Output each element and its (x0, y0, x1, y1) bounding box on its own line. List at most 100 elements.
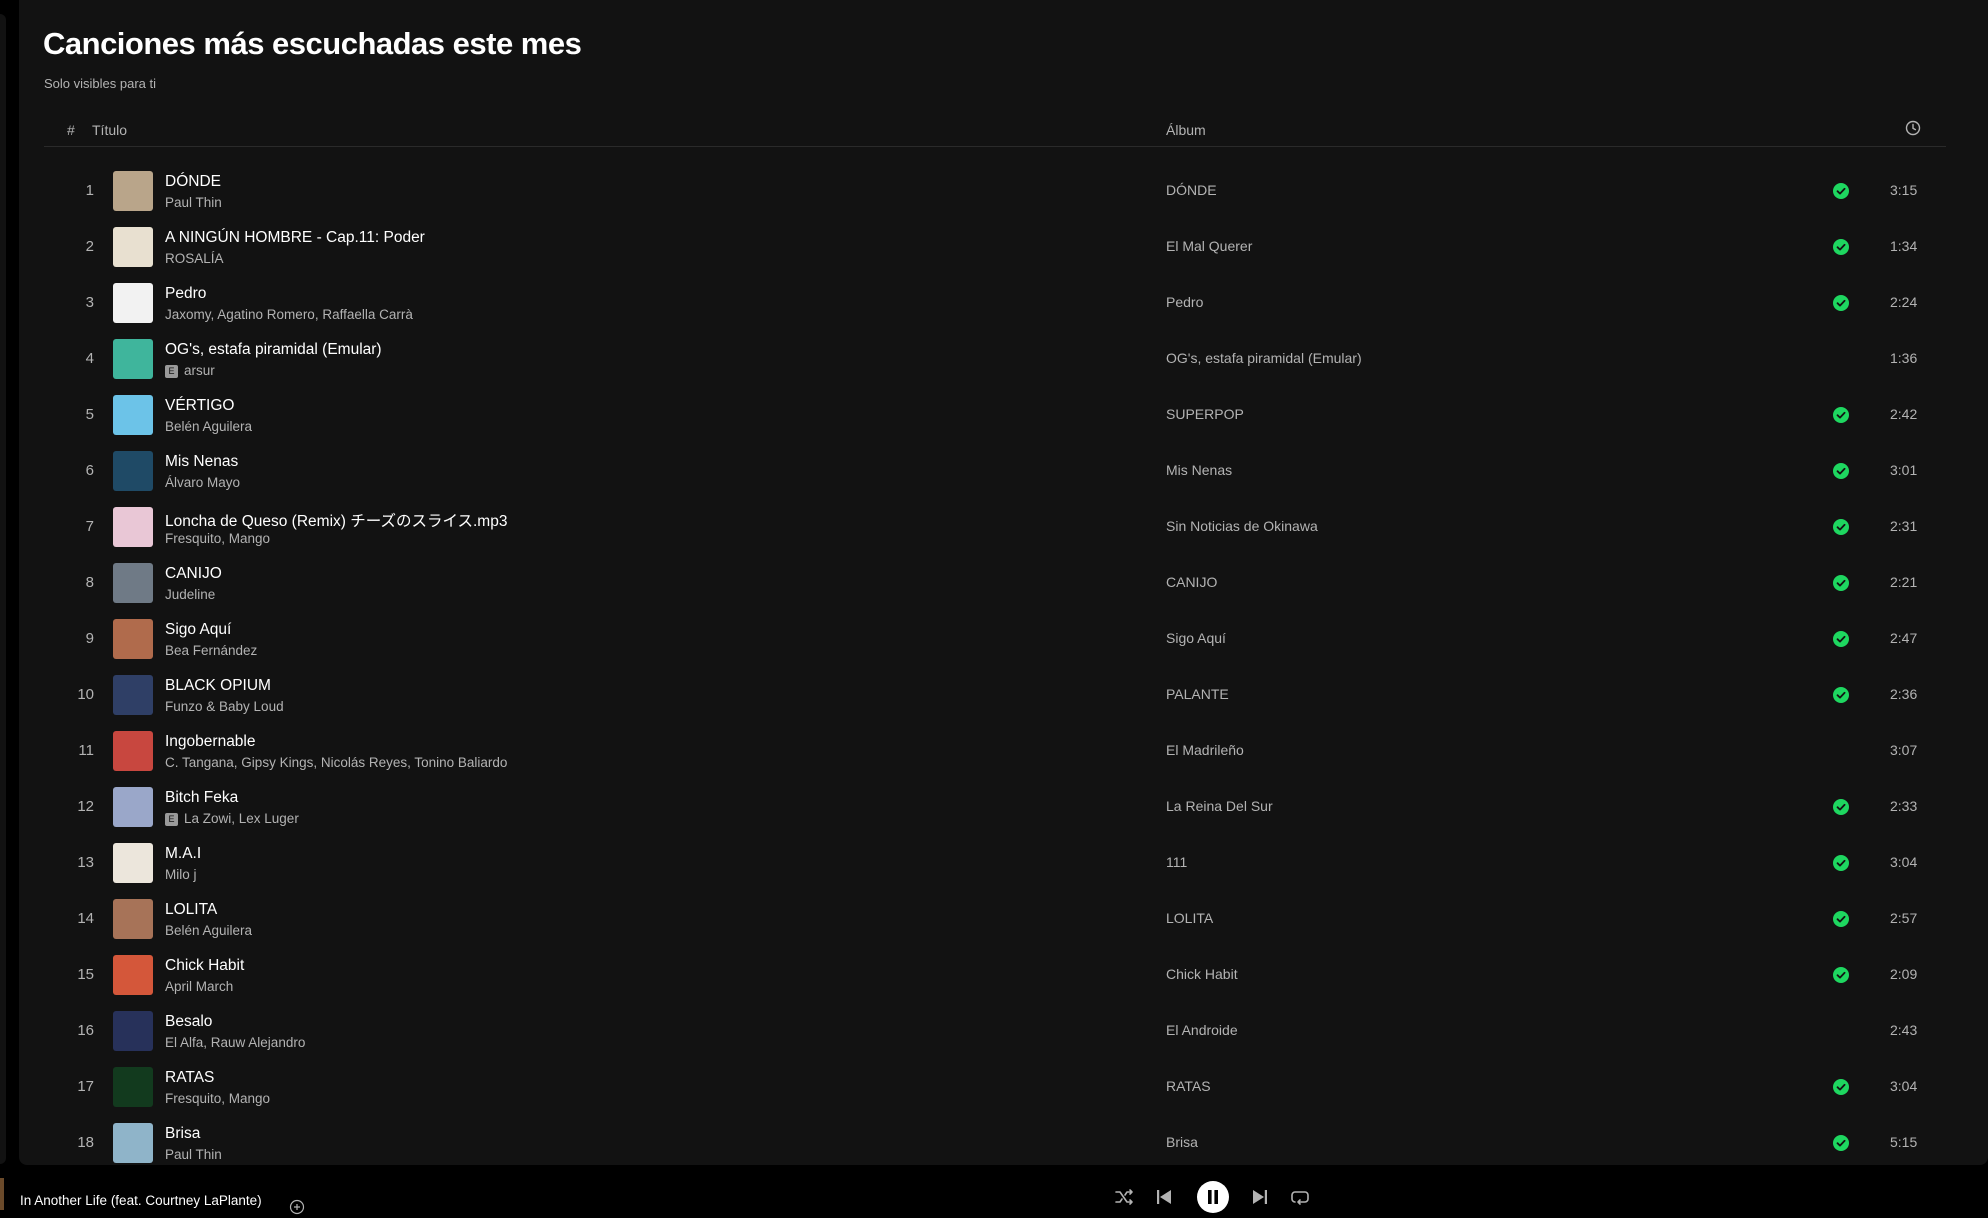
play-pause-button[interactable] (1197, 1181, 1229, 1213)
previous-icon[interactable] (1153, 1186, 1175, 1208)
track-artist-text[interactable]: arsur (184, 363, 215, 378)
saved-check-icon[interactable] (1833, 463, 1849, 479)
saved-check-icon[interactable] (1833, 295, 1849, 311)
track-row[interactable]: 5 VÉRTIGO Belén Aguilera SUPERPOP 2:42 (44, 387, 1946, 443)
track-album[interactable]: Sigo Aquí (1166, 630, 1226, 646)
track-album[interactable]: La Reina Del Sur (1166, 798, 1273, 814)
track-title[interactable]: Pedro (165, 285, 206, 303)
track-artist-text[interactable]: Fresquito, Mango (165, 531, 270, 546)
track-album[interactable]: 111 (1166, 854, 1187, 870)
track-title[interactable]: Bitch Feka (165, 789, 238, 807)
track-row[interactable]: 16 Besalo El Alfa, Rauw Alejandro El Androi… (44, 1003, 1946, 1059)
track-title[interactable]: Ingobernable (165, 733, 256, 751)
track-album[interactable]: El Mal Querer (1166, 238, 1252, 254)
track-row[interactable]: 18 Brisa Paul Thin Brisa 5:15 (44, 1115, 1946, 1165)
track-album[interactable]: El Androide (1166, 1022, 1238, 1038)
track-album[interactable]: DÓNDE (1166, 182, 1217, 198)
track-album[interactable]: PALANTE (1166, 686, 1229, 702)
track-artist-text[interactable]: Funzo & Baby Loud (165, 699, 284, 714)
track-artist-text[interactable]: Belén Aguilera (165, 923, 252, 938)
track-title[interactable]: Besalo (165, 1013, 212, 1031)
track-title[interactable]: LOLITA (165, 901, 217, 919)
track-title[interactable]: A NINGÚN HOMBRE - Cap.11: Poder (165, 229, 425, 247)
track-title[interactable]: M.A.I (165, 845, 201, 863)
track-row[interactable]: 3 Pedro Jaxomy, Agatino Romero, Raffaella … (44, 275, 1946, 331)
track-title[interactable]: OG's, estafa piramidal (Emular) (165, 341, 382, 359)
track-row[interactable]: 8 CANIJO Judeline CANIJO 2:21 (44, 555, 1946, 611)
track-title[interactable]: VÉRTIGO (165, 397, 234, 415)
track-number: 4 (85, 350, 94, 367)
track-title[interactable]: Chick Habit (165, 957, 244, 975)
next-icon[interactable] (1249, 1186, 1271, 1208)
track-album[interactable]: RATAS (1166, 1078, 1211, 1094)
saved-check-icon[interactable] (1833, 183, 1849, 199)
saved-check-icon[interactable] (1833, 1079, 1849, 1095)
saved-check-icon[interactable] (1833, 1135, 1849, 1151)
track-artist-text[interactable]: Álvaro Mayo (165, 475, 240, 490)
header-album[interactable]: Álbum (1166, 122, 1206, 138)
track-row[interactable]: 2 A NINGÚN HOMBRE - Cap.11: Poder ROSALÍA E… (44, 219, 1946, 275)
track-artist-text[interactable]: El Alfa, Rauw Alejandro (165, 1035, 305, 1050)
track-row[interactable]: 10 BLACK OPIUM Funzo & Baby Loud PALANTE 2:3… (44, 667, 1946, 723)
saved-check-icon[interactable] (1833, 239, 1849, 255)
track-album[interactable]: Sin Noticias de Okinawa (1166, 518, 1318, 534)
track-artist: Milo j (165, 867, 197, 882)
track-title[interactable]: CANIJO (165, 565, 222, 583)
track-row[interactable]: 6 Mis Nenas Álvaro Mayo Mis Nenas 3:01 (44, 443, 1946, 499)
saved-check-icon[interactable] (1833, 967, 1849, 983)
track-artist-text[interactable]: April March (165, 979, 233, 994)
track-album[interactable]: El Madrileño (1166, 742, 1244, 758)
track-artist-text[interactable]: Judeline (165, 587, 215, 602)
track-row[interactable]: 7 Loncha de Queso (Remix) チーズのスライス.mp3 Fre… (44, 499, 1946, 555)
now-playing-cover[interactable] (0, 1178, 4, 1210)
track-row[interactable]: 9 Sigo Aquí Bea Fernández Sigo Aquí 2:47 (44, 611, 1946, 667)
track-row[interactable]: 17 RATAS Fresquito, Mango RATAS 3:04 (44, 1059, 1946, 1115)
track-artist-text[interactable]: Fresquito, Mango (165, 1091, 270, 1106)
track-title[interactable]: Brisa (165, 1125, 200, 1143)
track-album[interactable]: Mis Nenas (1166, 462, 1232, 478)
track-artist-text[interactable]: Bea Fernández (165, 643, 257, 658)
now-playing-title[interactable]: In Another Life (feat. Courtney LaPlante… (20, 1193, 262, 1208)
track-artist-text[interactable]: ROSALÍA (165, 251, 224, 266)
main-content[interactable]: Canciones más escuchadas este mes Solo v… (19, 0, 1988, 1165)
saved-check-icon[interactable] (1833, 407, 1849, 423)
track-row[interactable]: 14 LOLITA Belén Aguilera LOLITA 2:57 (44, 891, 1946, 947)
track-row[interactable]: 12 Bitch Feka E La Zowi, Lex Luger La Reina … (44, 779, 1946, 835)
track-artist-text[interactable]: Belén Aguilera (165, 419, 252, 434)
track-album[interactable]: Pedro (1166, 294, 1203, 310)
track-title[interactable]: Sigo Aquí (165, 621, 231, 639)
saved-check-icon[interactable] (1833, 575, 1849, 591)
track-title[interactable]: Mis Nenas (165, 453, 238, 471)
track-row[interactable]: 1 DÓNDE Paul Thin DÓNDE 3:15 (44, 163, 1946, 219)
track-title[interactable]: DÓNDE (165, 173, 221, 191)
track-album[interactable]: LOLITA (1166, 910, 1213, 926)
saved-check-icon[interactable] (1833, 687, 1849, 703)
saved-check-icon[interactable] (1833, 631, 1849, 647)
track-artist-text[interactable]: Milo j (165, 867, 197, 882)
track-album[interactable]: SUPERPOP (1166, 406, 1244, 422)
track-artist-text[interactable]: La Zowi, Lex Luger (184, 811, 299, 826)
saved-check-icon[interactable] (1833, 799, 1849, 815)
track-artist-text[interactable]: Paul Thin (165, 1147, 222, 1162)
track-row[interactable]: 13 M.A.I Milo j 111 3:04 (44, 835, 1946, 891)
saved-check-icon[interactable] (1833, 519, 1849, 535)
track-duration: 2:43 (1890, 1022, 1918, 1038)
saved-check-icon[interactable] (1833, 855, 1849, 871)
track-title[interactable]: BLACK OPIUM (165, 677, 271, 695)
track-title[interactable]: RATAS (165, 1069, 214, 1087)
track-artist-text[interactable]: Paul Thin (165, 195, 222, 210)
track-album[interactable]: OG's, estafa piramidal (Emular) (1166, 350, 1362, 366)
header-title[interactable]: Título (92, 122, 127, 138)
track-artist-text[interactable]: Jaxomy, Agatino Romero, Raffaella Carrà (165, 307, 413, 322)
saved-check-icon[interactable] (1833, 911, 1849, 927)
track-artist-text[interactable]: C. Tangana, Gipsy Kings, Nicolás Reyes, … (165, 755, 507, 770)
shuffle-icon[interactable] (1113, 1186, 1135, 1208)
track-row[interactable]: 4 OG's, estafa piramidal (Emular) Earsur OG… (44, 331, 1946, 387)
track-title[interactable]: Loncha de Queso (Remix) チーズのスライス.mp3 (165, 509, 507, 531)
track-row[interactable]: 11 Ingobernable C. Tangana, Gipsy Kings, N… (44, 723, 1946, 779)
track-album[interactable]: Brisa (1166, 1134, 1198, 1150)
track-album[interactable]: Chick Habit (1166, 966, 1238, 982)
track-row[interactable]: 15 Chick Habit April March Chick Habit 2:09 (44, 947, 1946, 1003)
track-album[interactable]: CANIJO (1166, 574, 1217, 590)
repeat-icon[interactable] (1289, 1186, 1311, 1208)
